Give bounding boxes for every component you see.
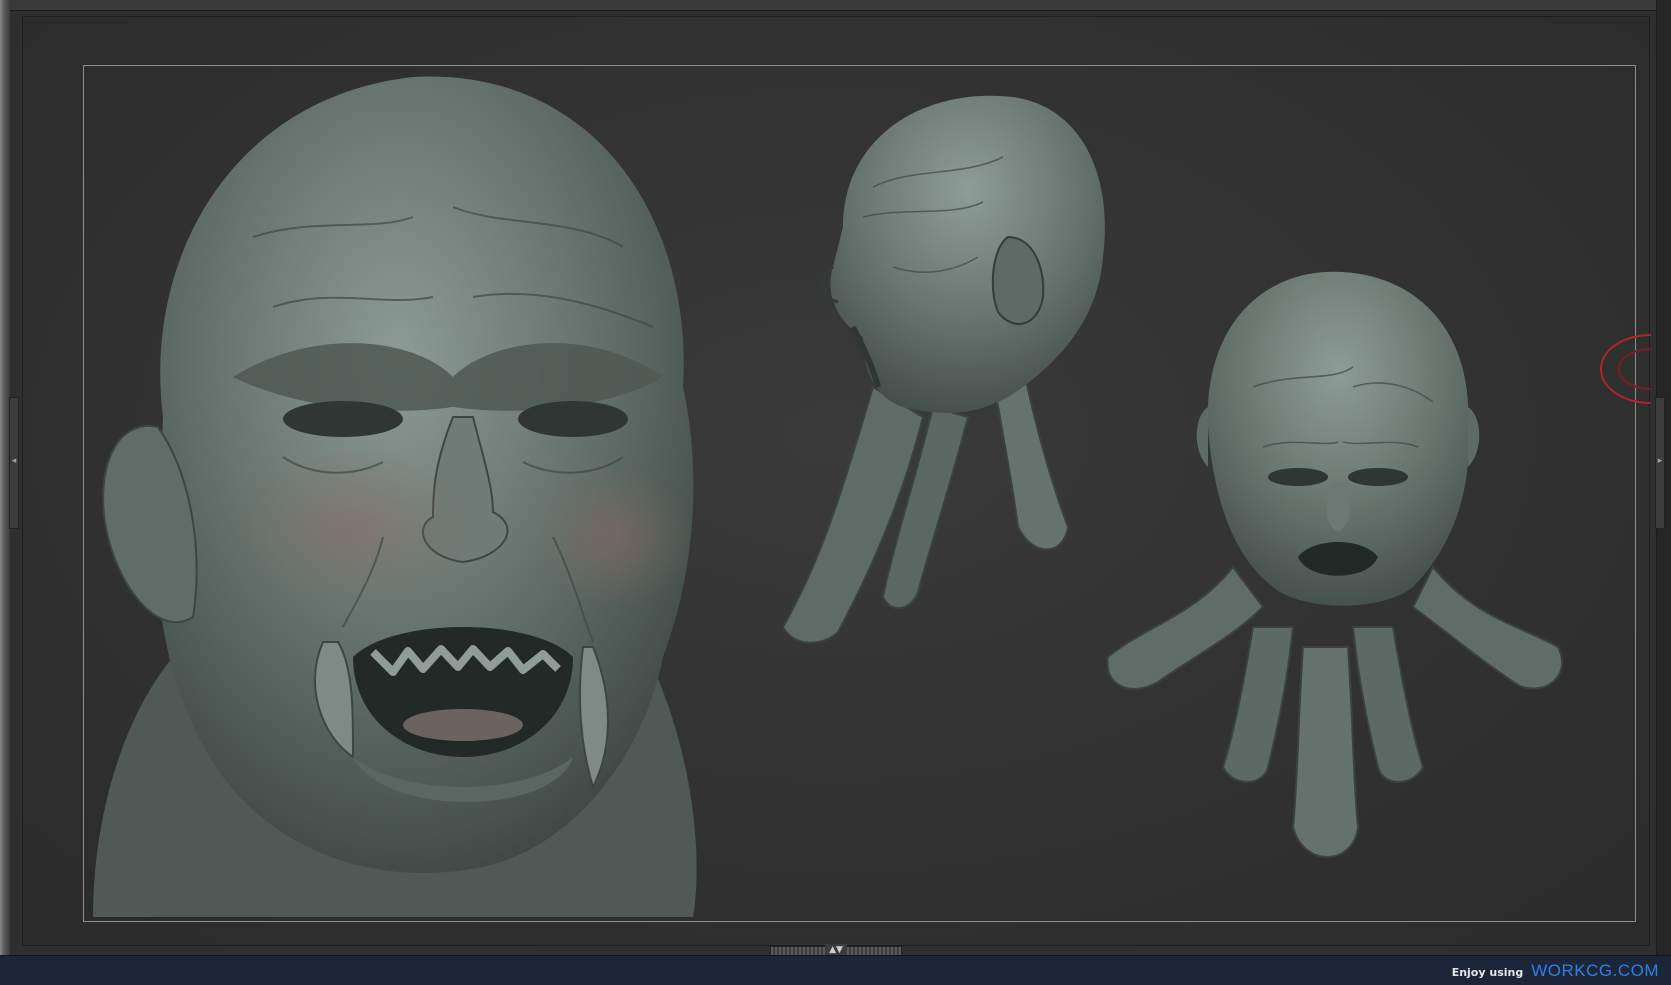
footer-brand-link[interactable]: WORKCG.COM (1531, 961, 1659, 981)
document-canvas[interactable]: ◂ ▸ (9, 16, 1665, 946)
top-toolbar-strip (0, 0, 1671, 11)
sculpt-head-large[interactable] (53, 57, 743, 937)
footer-credit: Enjoy using WORKCG.COM (1452, 961, 1659, 981)
right-panel-handle[interactable]: ▸ (1655, 397, 1665, 529)
app-window: ◂ ▸ ▲▼ Enjoy using WORKCG.COM (0, 0, 1671, 985)
sculpt-head-side[interactable] (783, 87, 1123, 667)
right-handle-arrow-icon: ▸ (1657, 456, 1663, 466)
footer-tagline: Enjoy using (1451, 966, 1524, 979)
rotation-gizmo-icon[interactable] (1593, 331, 1653, 407)
sculpt-creature-front[interactable] (1103, 267, 1583, 887)
left-handle-arrow-icon: ◂ (11, 456, 17, 466)
left-panel-handle[interactable]: ◂ (9, 397, 19, 529)
footer-bar: Enjoy using WORKCG.COM (0, 955, 1671, 985)
